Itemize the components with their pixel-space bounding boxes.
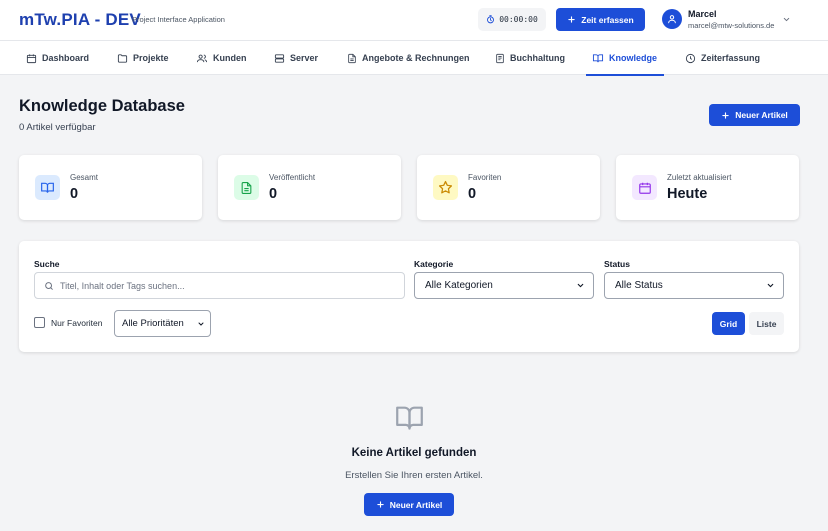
stat-label: Gesamt [70,173,99,182]
stat-label: Zuletzt aktualisiert [667,173,732,182]
stat-icon-wrap [632,175,657,200]
nav-label: Kunden [213,53,247,63]
app-subtitle: Project Interface Application [132,15,225,24]
nav-item-dashboard[interactable]: Dashboard [26,41,89,75]
book-open-icon [592,53,604,62]
empty-new-article-button[interactable]: Neuer Artikel [364,493,454,516]
stat-card-published: Veröffentlicht 0 [218,155,401,220]
nav-item-kunden[interactable]: Kunden [196,41,247,75]
timer-display[interactable]: 00:00:00 [478,8,546,31]
status-select[interactable]: Alle Status [604,272,784,299]
book-open-icon [41,182,54,193]
stat-label: Veröffentlicht [269,173,316,182]
view-grid-button[interactable]: Grid [712,312,745,335]
nav-label: Buchhaltung [510,53,565,63]
star-icon [438,180,453,194]
nav-label: Angebote & Rechnungen [362,53,470,63]
filter-panel: Suche Kategorie Alle Kategorien Status A… [19,241,799,352]
main-nav: Dashboard Projekte Kunden Server Angebot… [0,40,828,76]
time-entry-button[interactable]: Zeit erfassen [556,8,645,31]
plus-icon [568,16,575,23]
stat-icon-wrap [35,175,60,200]
stat-value: 0 [468,186,477,202]
article-count: 0 Artikel verfügbar [19,122,96,133]
chevron-down-icon [767,283,774,288]
user-name[interactable]: Marcel [688,9,717,19]
nav-label: Knowledge [609,53,658,63]
stat-card-total: Gesamt 0 [19,155,202,220]
status-label: Status [604,259,630,269]
stat-value: 0 [269,186,278,202]
book-open-icon [396,406,423,430]
view-list-button[interactable]: Liste [749,312,784,335]
favorites-only-toggle[interactable]: Nur Favoriten [34,317,103,328]
nav-item-server[interactable]: Server [274,41,318,75]
stat-card-last-updated: Zuletzt aktualisiert Heute [616,155,799,220]
calendar-icon [638,182,651,194]
app-title[interactable]: mTw.PIA - DEV [19,10,141,30]
empty-state-subtitle: Erstellen Sie Ihren ersten Artikel. [345,470,483,481]
plus-icon [377,501,384,508]
time-entry-button-label: Zeit erfassen [581,14,634,25]
user-email: marcel@mtw-solutions.de [688,21,775,30]
search-input[interactable] [60,277,395,295]
nav-item-angebote-rechnungen[interactable]: Angebote & Rechnungen [347,41,470,75]
avatar[interactable] [662,9,682,29]
server-icon [274,53,285,63]
nav-label: Server [290,53,319,63]
chevron-down-icon[interactable] [782,15,791,24]
nav-item-buchhaltung[interactable]: Buchhaltung [495,41,565,75]
ledger-icon [496,53,504,63]
app-header: mTw.PIA - DEV Project Interface Applicat… [0,0,828,40]
nav-label: Projekte [133,53,169,63]
file-text-icon [348,53,356,63]
stat-icon-wrap [234,175,259,200]
favorites-only-checkbox[interactable] [34,317,45,328]
nav-label: Dashboard [42,53,90,63]
stat-value: 0 [70,186,79,202]
priority-select[interactable]: Alle Prioritäten [114,310,211,337]
new-article-button[interactable]: Neuer Artikel [709,104,800,126]
search-label: Suche [34,259,60,269]
category-select-value: Alle Kategorien [425,280,493,291]
chevron-down-icon [198,322,204,326]
user-icon [668,15,676,24]
users-icon [196,54,208,62]
search-icon [45,282,53,290]
timer-value: 00:00:00 [499,15,538,24]
stopwatch-icon [487,15,495,24]
stat-icon-wrap [433,175,458,200]
stat-card-favorites: Favoriten 0 [417,155,600,220]
empty-state-title: Keine Artikel gefunden [351,447,477,459]
nav-item-projekte[interactable]: Projekte [117,41,169,75]
empty-new-article-button-label: Neuer Artikel [389,499,443,510]
folder-icon [117,53,128,63]
new-article-button-label: Neuer Artikel [735,110,788,120]
page-title: Knowledge Database [19,97,185,115]
category-label: Kategorie [414,259,454,269]
stat-label: Favoriten [468,173,502,182]
nav-label: Zeiterfassung [701,53,761,63]
category-select[interactable]: Alle Kategorien [414,272,594,299]
search-box[interactable] [34,272,405,299]
chevron-down-icon [577,283,584,288]
status-select-value: Alle Status [615,280,663,291]
stat-value: Heute [667,186,708,202]
file-check-icon [241,181,252,194]
nav-item-zeiterfassung[interactable]: Zeiterfassung [685,41,760,75]
clock-icon [685,53,696,63]
plus-icon [722,111,729,119]
nav-item-knowledge[interactable]: Knowledge [585,41,665,76]
priority-select-value: Alle Prioritäten [122,318,184,329]
calendar-icon [26,53,37,63]
favorites-only-label: Nur Favoriten [51,317,103,328]
